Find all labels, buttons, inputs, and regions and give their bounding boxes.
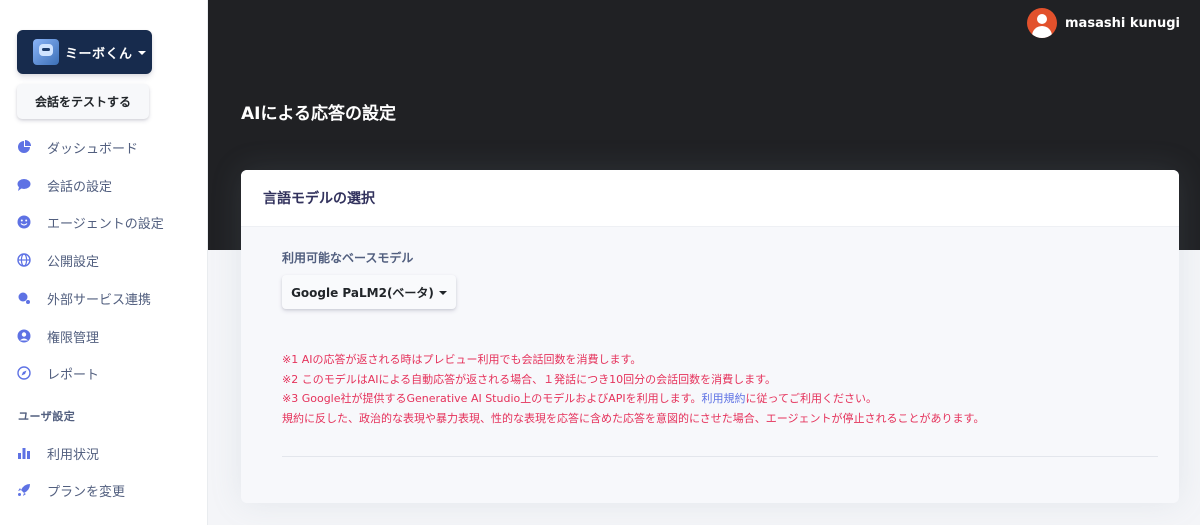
- language-model-card: 言語モデルの選択 利用可能なベースモデル Google PaLM2(ベータ) ※…: [241, 170, 1179, 503]
- globe-icon: [16, 252, 32, 268]
- smiley-icon: [16, 214, 32, 230]
- card-title: 言語モデルの選択: [263, 191, 375, 207]
- sidebar-item-permissions[interactable]: 権限管理: [16, 324, 99, 348]
- sidebar-item-label: 権限管理: [47, 330, 100, 346]
- note-3-before: ※3 Google社が提供するGenerative AI Studio上のモデル…: [282, 392, 702, 405]
- user-menu[interactable]: masashi kunugi: [1027, 8, 1180, 38]
- notes: ※1 AIの応答が返される時はプレビュー利用でも会話回数を消費します。 ※2 こ…: [282, 350, 984, 428]
- test-conversation-button[interactable]: 会話をテストする: [17, 84, 149, 119]
- user-settings-heading: ユーザ設定: [18, 410, 76, 423]
- agent-avatar: [33, 39, 59, 65]
- base-model-label: 利用可能なベースモデル: [282, 251, 414, 265]
- sidebar-item-label: 利用状況: [47, 447, 100, 463]
- sidebar: ミーボくん 会話をテストする ダッシュボード 会話の設定 エージェントの設定 公…: [0, 0, 208, 525]
- page-title: AIによる応答の設定: [241, 104, 396, 124]
- user-circle-icon: [16, 328, 32, 344]
- card-header: 言語モデルの選択: [241, 170, 1179, 227]
- sidebar-item-publish[interactable]: 公開設定: [16, 248, 99, 272]
- sidebar-item-label: レポート: [47, 367, 100, 383]
- model-select-dropdown[interactable]: Google PaLM2(ベータ): [282, 275, 456, 309]
- note-4: 規約に反した、政治的な表現や暴力表現、性的な表現を応答に含めた応答を意図的にさせ…: [282, 411, 985, 425]
- note-1: ※1 AIの応答が返される時はプレビュー利用でも会話回数を消費します。: [282, 353, 642, 366]
- sidebar-item-label: 会話の設定: [47, 179, 113, 195]
- sidebar-item-dashboard[interactable]: ダッシュボード: [16, 135, 138, 159]
- user-avatar: [1027, 8, 1058, 38]
- rocket-icon: [16, 482, 32, 498]
- model-selected-value: Google PaLM2(ベータ): [291, 285, 434, 300]
- note-3-after: に従ってご利用ください。: [745, 392, 877, 405]
- sidebar-item-label: 公開設定: [47, 254, 100, 270]
- terms-link[interactable]: 利用規約: [702, 392, 746, 405]
- sidebar-item-usage[interactable]: 利用状況: [16, 441, 99, 465]
- agent-switcher-button[interactable]: ミーボくん: [17, 30, 152, 74]
- note-3: ※3 Google社が提供するGenerative AI Studio上のモデル…: [282, 389, 984, 409]
- sidebar-item-plan[interactable]: プランを変更: [16, 478, 125, 502]
- divider: [282, 456, 1158, 457]
- bar-chart-icon: [16, 445, 32, 461]
- sidebar-item-label: 外部サービス連携: [47, 292, 152, 308]
- sidebar-item-report[interactable]: レポート: [16, 361, 99, 385]
- sidebar-item-label: プランを変更: [47, 484, 126, 500]
- compass-icon: [16, 365, 32, 381]
- note-2: ※2 このモデルはAIによる自動応答が返される場合、１発話につき10回分の会話回…: [282, 372, 777, 386]
- chevron-down-icon: [137, 51, 146, 55]
- user-name: masashi kunugi: [1065, 15, 1180, 31]
- sidebar-item-label: ダッシュボード: [47, 141, 139, 157]
- chevron-down-icon: [438, 291, 447, 295]
- planet-icon: [16, 290, 32, 306]
- chat-bubble-icon: [16, 177, 32, 193]
- sidebar-item-label: エージェントの設定: [47, 216, 164, 232]
- sidebar-item-conversation[interactable]: 会話の設定: [16, 173, 112, 197]
- agent-name: ミーボくん: [65, 46, 133, 62]
- sidebar-item-integrations[interactable]: 外部サービス連携: [16, 286, 151, 310]
- sidebar-item-agent[interactable]: エージェントの設定: [16, 210, 164, 234]
- pie-chart-icon: [16, 139, 32, 155]
